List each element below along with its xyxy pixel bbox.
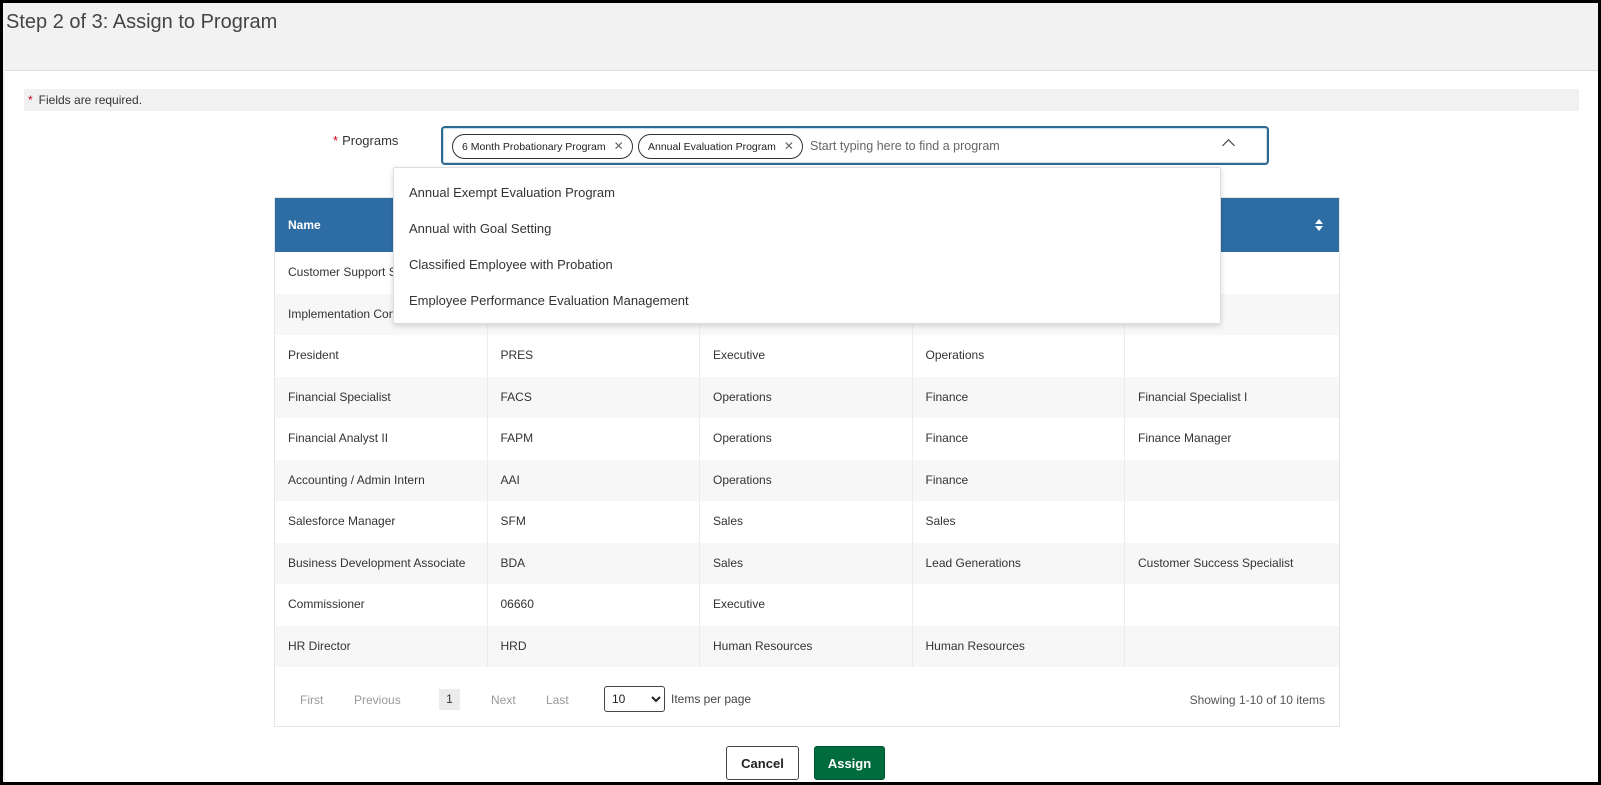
table-cell: Sales xyxy=(913,501,1125,543)
table-cell xyxy=(1125,460,1338,502)
required-marker: * xyxy=(333,133,339,148)
table-cell: Sales xyxy=(700,501,913,543)
table-cell: Financial Analyst II xyxy=(275,418,488,460)
selected-program-chip: 6 Month Probationary Program ✕ xyxy=(452,134,633,159)
showing-count: Showing 1-10 of 10 items xyxy=(1189,693,1325,707)
table-row[interactable]: Accounting / Admin Intern AAI Operations Fi… xyxy=(275,459,1339,502)
remove-chip-icon[interactable]: ✕ xyxy=(784,139,794,153)
table-row[interactable]: Financial Specialist FACS Operations Financ… xyxy=(275,376,1339,418)
assign-button[interactable]: Assign xyxy=(814,746,885,780)
table-row[interactable]: Commissioner 06660 Executive xyxy=(275,584,1339,626)
table-row[interactable]: HR Director HRD Human Resources Human Resou… xyxy=(275,625,1339,668)
program-option[interactable]: Employee Performance Evaluation Manageme… xyxy=(394,283,1220,319)
table-cell: Human Resources xyxy=(913,625,1125,667)
table-cell: Financial Specialist I xyxy=(1138,389,1248,404)
table-cell: President xyxy=(275,335,488,377)
program-option[interactable]: Annual Exempt Evaluation Program xyxy=(394,175,1220,211)
table-cell: Customer Success Specialist xyxy=(1138,555,1294,570)
table-cell xyxy=(913,584,1125,626)
items-per-page-label: Items per page xyxy=(671,692,752,706)
items-per-page-select[interactable]: 10 xyxy=(604,686,665,712)
table-cell: HR Director xyxy=(275,625,488,667)
chip-label: Annual Evaluation Program xyxy=(648,141,776,153)
programs-label-text: Programs xyxy=(342,133,399,148)
table-cell: Finance xyxy=(913,418,1125,460)
table-cell: Finance Manager xyxy=(1138,431,1232,445)
table-cell: Finance xyxy=(913,376,1125,418)
required-marker: * xyxy=(28,93,33,107)
table-row[interactable]: President PRES Executive Operations xyxy=(275,335,1339,377)
table-cell: Operations xyxy=(700,418,913,460)
table-cell xyxy=(1125,584,1338,626)
current-page[interactable]: 1 xyxy=(439,689,460,710)
table-cell: Commissioner xyxy=(275,584,488,626)
app-window: Step 2 of 3: Assign to Program * Fields a… xyxy=(3,3,1598,782)
selected-program-chip: Annual Evaluation Program ✕ xyxy=(638,134,803,159)
table-row[interactable]: Salesforce Manager SFM Sales Sales xyxy=(275,501,1339,543)
next-page-link[interactable]: Next xyxy=(491,693,516,707)
table-cell: Business Development Associate xyxy=(275,542,488,584)
table-cell xyxy=(1125,335,1338,377)
table-cell: Executive xyxy=(700,335,913,377)
table-cell: BDA xyxy=(488,542,700,584)
table-cell: Human Resources xyxy=(700,625,913,667)
programs-label: * Programs xyxy=(333,133,398,148)
table-cell xyxy=(1125,501,1338,543)
last-page-link[interactable]: Last xyxy=(546,693,569,707)
table-cell: Executive xyxy=(700,584,913,626)
remove-chip-icon[interactable]: ✕ xyxy=(614,139,624,153)
table-cell: Operations xyxy=(700,376,913,418)
program-search-input[interactable] xyxy=(810,135,1190,157)
required-note-text: Fields are required. xyxy=(38,93,143,107)
table-cell: Lead Generations xyxy=(913,542,1125,584)
table-cell: FACS xyxy=(488,376,700,418)
table-cell: Operations xyxy=(700,459,913,501)
cancel-button[interactable]: Cancel xyxy=(726,746,799,780)
required-fields-note: * Fields are required. xyxy=(24,89,1579,111)
table-cell: Salesforce Manager xyxy=(275,501,488,543)
program-option[interactable]: Classified Employee with Probation xyxy=(394,247,1220,283)
table-cell: Finance xyxy=(913,459,1125,501)
table-cell: AAI xyxy=(488,459,700,501)
program-options-dropdown: Annual Exempt Evaluation Program Annual … xyxy=(393,167,1221,324)
table-cell: Accounting / Admin Intern xyxy=(275,459,488,501)
table-cell: Sales xyxy=(700,542,913,584)
table-cell: PRES xyxy=(488,335,700,377)
previous-page-link[interactable]: Previous xyxy=(354,693,401,707)
column-header-name[interactable]: Name xyxy=(288,218,321,232)
table-row[interactable]: Financial Analyst II FAPM Operations Financ… xyxy=(275,418,1339,460)
sort-icon[interactable] xyxy=(1315,218,1323,232)
table-cell: SFM xyxy=(488,501,700,543)
table-row[interactable]: Business Development Associate BDA Sales Le… xyxy=(275,542,1339,584)
chip-label: 6 Month Probationary Program xyxy=(462,141,606,153)
first-page-link[interactable]: First xyxy=(300,693,323,707)
main-content: * Fields are required. * Programs 6 Month … xyxy=(5,70,1598,782)
table-cell: Financial Specialist xyxy=(275,376,488,418)
table-cell: HRD xyxy=(488,625,700,667)
pagination: First Previous 1 Next Last 10 Items per … xyxy=(275,667,1339,731)
program-option[interactable]: Annual with Goal Setting xyxy=(394,211,1220,247)
chevron-up-icon[interactable] xyxy=(1222,139,1235,152)
table-cell xyxy=(1125,626,1338,668)
table-cell: 06660 xyxy=(488,584,700,626)
table-cell: FAPM xyxy=(488,418,700,460)
table-cell: Operations xyxy=(913,335,1125,377)
page-title: Step 2 of 3: Assign to Program xyxy=(6,11,278,33)
programs-combobox[interactable]: 6 Month Probationary Program ✕ Annual Eva… xyxy=(441,126,1269,165)
